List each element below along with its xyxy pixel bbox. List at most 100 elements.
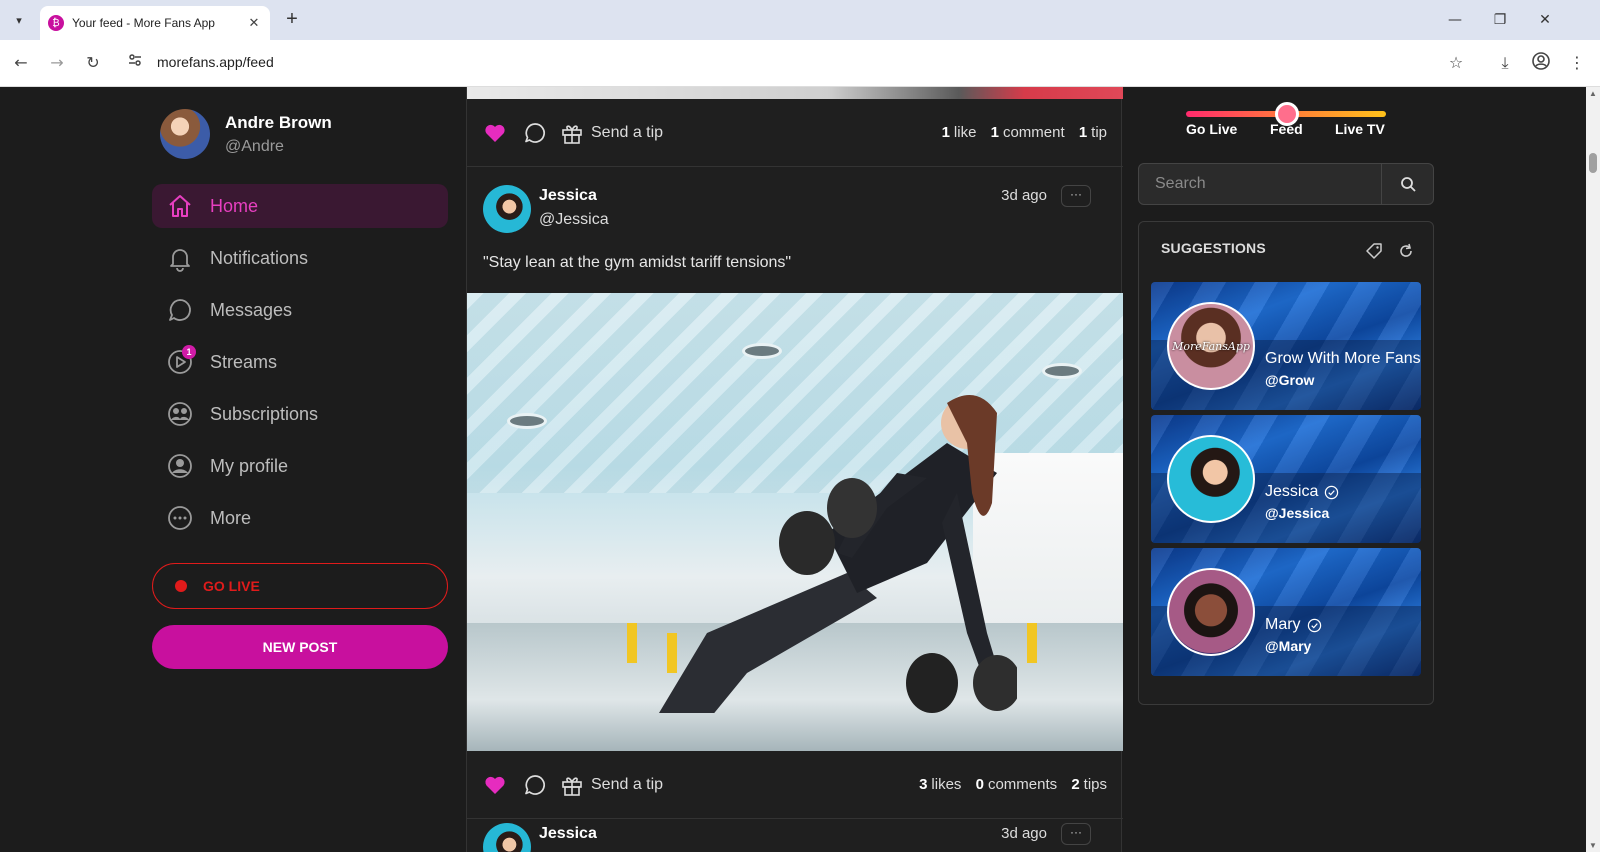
- sidebar-item-label: Messages: [210, 299, 293, 320]
- suggestion-name-text: Jessica: [1265, 483, 1319, 500]
- post-header: Jessica @Jessica 3d ago ···: [483, 185, 1107, 245]
- heart-icon[interactable]: [483, 773, 507, 797]
- sidebar-item-streams[interactable]: 1 Streams: [152, 340, 448, 384]
- sidebar-item-label: Home: [210, 195, 259, 216]
- mode-go-live[interactable]: Go Live: [1186, 121, 1237, 137]
- avatar[interactable]: [1167, 568, 1255, 656]
- sidebar-item-notifications[interactable]: Notifications: [152, 236, 448, 280]
- avatar[interactable]: [483, 823, 531, 852]
- browser-tab[interactable]: ₿ Your feed - More Fans App ✕: [40, 6, 270, 40]
- download-icon[interactable]: ⤓: [1494, 52, 1516, 74]
- avatar[interactable]: [1167, 435, 1255, 523]
- comment-icon[interactable]: [523, 773, 547, 797]
- reload-icon[interactable]: ↻: [82, 52, 104, 74]
- bookmark-star-icon[interactable]: ☆: [1445, 52, 1467, 74]
- post-author[interactable]: Jessica: [539, 825, 597, 843]
- restore-icon[interactable]: ❐: [1485, 8, 1515, 32]
- page-scrollbar[interactable]: ▲ ▼: [1586, 87, 1600, 852]
- forward-icon[interactable]: →: [46, 52, 68, 74]
- verified-icon: [1325, 485, 1339, 499]
- likes-label[interactable]: likes: [931, 776, 961, 793]
- profile-name: Andre Brown: [225, 112, 332, 132]
- tips-label[interactable]: tip: [1091, 124, 1107, 141]
- refresh-icon[interactable]: [1397, 242, 1415, 260]
- search-button[interactable]: [1381, 164, 1433, 204]
- avatar-watermark: MoreFansApp: [1172, 339, 1250, 353]
- url-field[interactable]: morefans.app/feed: [157, 54, 274, 70]
- suggestions-panel: SUGGESTIONS MoreFansApp Grow With More F…: [1138, 221, 1434, 705]
- sidebar-item-subscriptions[interactable]: Subscriptions: [152, 392, 448, 436]
- send-tip-button[interactable]: Send a tip: [591, 776, 663, 794]
- avatar[interactable]: [483, 185, 531, 233]
- post-actions: Send a tip 1 like 1 comment 1 tip: [467, 99, 1123, 167]
- mode-live-tv[interactable]: Live TV: [1335, 121, 1385, 137]
- profile-handle: @Andre: [225, 137, 284, 155]
- close-window-icon[interactable]: ✕: [1530, 8, 1560, 32]
- sidebar-item-my-profile[interactable]: My profile: [152, 444, 448, 488]
- scroll-up-icon[interactable]: ▲: [1589, 89, 1597, 98]
- go-live-button[interactable]: GO LIVE: [152, 563, 448, 609]
- search-input[interactable]: [1139, 164, 1381, 204]
- suggestion-card[interactable]: MoreFansApp Grow With More Fans @Grow: [1151, 282, 1421, 410]
- new-post-button[interactable]: NEW POST: [152, 625, 448, 669]
- tab-close-icon[interactable]: ✕: [246, 15, 262, 31]
- post-text: "Stay lean at the gym amidst tariff tens…: [483, 254, 792, 271]
- gift-icon[interactable]: [561, 774, 583, 796]
- suggestion-name-text: Mary: [1265, 616, 1301, 633]
- post-image[interactable]: [467, 293, 1123, 751]
- post-author[interactable]: Jessica: [539, 187, 597, 205]
- tips-count: 1: [1078, 124, 1088, 141]
- suggestion-handle: @Grow: [1265, 372, 1315, 388]
- comments-count: 1: [990, 124, 999, 141]
- mode-feed[interactable]: Feed: [1270, 121, 1303, 137]
- likes-label[interactable]: like: [954, 124, 977, 141]
- tips-label[interactable]: tips: [1084, 776, 1107, 793]
- gift-icon[interactable]: [561, 122, 583, 144]
- send-tip-button[interactable]: Send a tip: [591, 124, 663, 142]
- post-options-button[interactable]: ···: [1061, 823, 1091, 845]
- post-stats: 3 likes 0 comments 2 tips: [919, 776, 1107, 793]
- ceiling-light: [1042, 363, 1082, 379]
- minimize-icon[interactable]: —: [1440, 8, 1470, 32]
- sidebar-item-home[interactable]: Home: [152, 184, 448, 228]
- verified-icon: [1307, 618, 1321, 632]
- chat-icon: [166, 296, 194, 324]
- comments-count: 0: [975, 776, 984, 793]
- post-stats: 1 like 1 comment 1 tip: [942, 124, 1107, 141]
- scroll-down-icon[interactable]: ▼: [1589, 841, 1597, 850]
- profile-icon[interactable]: [1530, 52, 1552, 74]
- comments-label[interactable]: comment: [1003, 124, 1065, 141]
- suggestion-name-text: Grow With More Fans: [1265, 350, 1421, 367]
- post-handle[interactable]: @Jessica: [539, 211, 609, 229]
- tag-icon[interactable]: [1365, 242, 1383, 260]
- scroll-thumb[interactable]: [1589, 153, 1597, 173]
- comment-icon[interactable]: [523, 121, 547, 145]
- search-box: [1138, 163, 1434, 205]
- back-icon[interactable]: ←: [10, 52, 32, 74]
- users-icon: [166, 400, 194, 428]
- heart-icon[interactable]: [483, 121, 507, 145]
- athlete-figure: [659, 395, 1017, 713]
- comments-label[interactable]: comments: [988, 776, 1057, 793]
- user-icon: [166, 452, 194, 480]
- suggestion-card[interactable]: Jessica @Jessica: [1151, 415, 1421, 543]
- streams-badge: 1: [182, 345, 196, 359]
- site-info-icon[interactable]: [124, 52, 146, 74]
- suggestion-name: Grow With More Fans: [1265, 350, 1421, 368]
- post-options-button[interactable]: ···: [1061, 185, 1091, 207]
- suggestion-card[interactable]: Mary @Mary: [1151, 548, 1421, 676]
- sidebar-item-messages[interactable]: Messages: [152, 288, 448, 332]
- new-tab-button[interactable]: +: [281, 9, 303, 31]
- user-profile[interactable]: Andre Brown @Andre: [160, 109, 332, 159]
- previous-post-image[interactable]: [467, 87, 1123, 99]
- tips-count: 2: [1071, 776, 1080, 793]
- likes-count: 1: [941, 124, 950, 141]
- avatar[interactable]: [160, 109, 210, 159]
- avatar[interactable]: MoreFansApp: [1167, 302, 1255, 390]
- post-time: 3d ago: [1001, 825, 1047, 842]
- address-bar: ← → ↻ morefans.app/feed ☆ ⤓ ⋮: [0, 40, 1600, 87]
- sidebar-item-more[interactable]: More: [152, 496, 448, 540]
- tab-title: Your feed - More Fans App: [72, 16, 215, 30]
- browser-menu-icon[interactable]: ⋮: [1566, 52, 1588, 74]
- tab-search-icon[interactable]: ▾: [8, 9, 30, 31]
